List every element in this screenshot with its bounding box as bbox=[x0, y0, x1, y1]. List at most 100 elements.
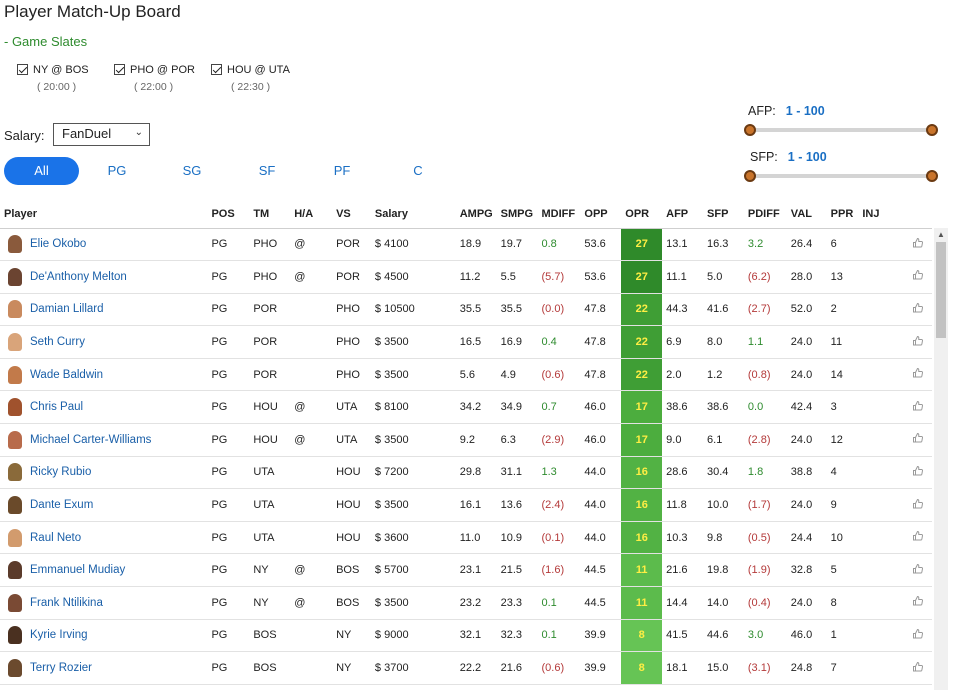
player-name-link[interactable]: Elie Okobo bbox=[30, 238, 86, 250]
player-name-link[interactable]: Frank Ntilikina bbox=[30, 597, 103, 609]
cell-afp: 18.1 bbox=[662, 651, 704, 685]
cell-ampg: 23.1 bbox=[455, 553, 497, 588]
cell-tm: UTA bbox=[249, 456, 291, 490]
cell-mdiff: (0.0) bbox=[537, 293, 581, 327]
cell-pos: PG bbox=[207, 521, 250, 555]
column-header-pdiff[interactable]: PDIFF bbox=[743, 200, 787, 229]
tab-pg[interactable]: PG bbox=[97, 157, 137, 185]
cell-mdiff: (2.4) bbox=[537, 488, 581, 522]
thumbs-up-icon[interactable] bbox=[899, 358, 932, 392]
thumbs-up-icon[interactable] bbox=[899, 521, 932, 555]
afp-slider-min-handle[interactable] bbox=[744, 124, 756, 136]
thumbs-up-icon[interactable] bbox=[899, 553, 932, 588]
player-name-link[interactable]: Ricky Rubio bbox=[30, 466, 91, 478]
player-name-link[interactable]: Dante Exum bbox=[30, 499, 93, 511]
column-header-sfp[interactable]: SFP bbox=[703, 200, 744, 229]
cell-ppr: 11 bbox=[826, 325, 859, 359]
player-cell: Kyrie Irving bbox=[0, 619, 208, 653]
column-header-vs[interactable]: VS bbox=[332, 200, 371, 229]
column-header-opr[interactable]: OPR bbox=[621, 200, 663, 229]
cell-opr: 8 bbox=[621, 651, 663, 685]
cell-vs: HOU bbox=[332, 456, 371, 490]
cell-tm: BOS bbox=[249, 619, 291, 653]
thumbs-up-icon[interactable] bbox=[899, 586, 932, 620]
column-header-ppr[interactable]: PPR bbox=[826, 200, 859, 229]
cell-ha bbox=[290, 619, 333, 653]
cell-ppr: 4 bbox=[826, 456, 859, 490]
cell-mdiff: 0.1 bbox=[537, 586, 581, 620]
column-header-val[interactable]: VAL bbox=[786, 200, 827, 229]
cell-pdiff: (6.2) bbox=[743, 260, 787, 294]
thumbs-up-icon[interactable] bbox=[899, 293, 932, 327]
player-name-link[interactable]: Seth Curry bbox=[30, 336, 85, 348]
sfp-slider-track[interactable] bbox=[750, 174, 930, 178]
column-header-salary[interactable]: Salary bbox=[370, 200, 456, 229]
thumbs-up-icon[interactable] bbox=[899, 619, 932, 653]
sfp-slider-max-handle[interactable] bbox=[926, 170, 938, 182]
player-name-link[interactable]: Terry Rozier bbox=[30, 662, 92, 674]
afp-slider-track[interactable] bbox=[750, 128, 930, 132]
cell-afp: 21.6 bbox=[662, 553, 704, 588]
cell-smpg: 6.3 bbox=[496, 423, 538, 457]
cell-afp: 9.0 bbox=[662, 423, 704, 457]
player-name-link[interactable]: Michael Carter-Williams bbox=[30, 434, 151, 446]
cell-pdiff: (1.9) bbox=[743, 553, 787, 588]
salary-select[interactable]: FanDuel ⌄ bbox=[53, 123, 150, 146]
thumbs-up-icon[interactable] bbox=[899, 325, 932, 359]
thumbs-up-icon[interactable] bbox=[899, 390, 932, 425]
thumbs-up-icon[interactable] bbox=[899, 423, 932, 457]
slate-checkbox[interactable] bbox=[17, 64, 28, 76]
cell-mdiff: (5.7) bbox=[537, 260, 581, 294]
sfp-range-value: 1 - 100 bbox=[787, 150, 827, 164]
slate-item-ny-bos[interactable]: NY @ BOS ( 20:00 ) bbox=[17, 62, 117, 93]
slate-checkbox[interactable] bbox=[114, 64, 125, 76]
thumbs-up-icon[interactable] bbox=[899, 488, 932, 522]
cell-val: 38.8 bbox=[786, 456, 827, 490]
slate-item-pho-por[interactable]: PHO @ POR ( 22:00 ) bbox=[114, 62, 214, 93]
cell-salary: $ 3500 bbox=[370, 325, 456, 359]
thumbs-up-icon[interactable] bbox=[899, 228, 932, 262]
tab-all[interactable]: All bbox=[4, 157, 79, 185]
thumbs-up-icon[interactable] bbox=[899, 260, 932, 294]
tab-sf[interactable]: SF bbox=[247, 157, 287, 185]
afp-slider-max-handle[interactable] bbox=[926, 124, 938, 136]
player-name-link[interactable]: Wade Baldwin bbox=[30, 369, 103, 381]
column-header-tm[interactable]: TM bbox=[249, 200, 291, 229]
player-name-link[interactable]: De'Anthony Melton bbox=[30, 271, 127, 283]
cell-opr: 16 bbox=[621, 488, 663, 522]
column-header-ha[interactable]: H/A bbox=[290, 200, 333, 229]
slate-checkbox[interactable] bbox=[211, 64, 222, 76]
scroll-up-arrow-icon[interactable]: ▲ bbox=[934, 230, 948, 239]
column-header-mdiff[interactable]: MDIFF bbox=[537, 200, 581, 229]
player-name-link[interactable]: Kyrie Irving bbox=[30, 629, 88, 641]
cell-salary: $ 3500 bbox=[370, 358, 456, 392]
player-avatar bbox=[8, 496, 22, 515]
cell-sfp: 41.6 bbox=[703, 293, 744, 327]
cell-ha: @ bbox=[290, 553, 333, 588]
sfp-slider-min-handle[interactable] bbox=[744, 170, 756, 182]
game-slates-toggle[interactable]: - Game Slates bbox=[4, 34, 87, 49]
column-header-afp[interactable]: AFP bbox=[662, 200, 704, 229]
column-header-player[interactable]: Player bbox=[0, 200, 208, 229]
column-header-pos[interactable]: POS bbox=[207, 200, 250, 229]
sfp-slider[interactable]: SFP: 1 - 100 bbox=[744, 150, 938, 184]
column-header-inj[interactable]: INJ bbox=[858, 200, 900, 229]
player-name-link[interactable]: Emmanuel Mudiay bbox=[30, 564, 125, 576]
player-name-link[interactable]: Damian Lillard bbox=[30, 303, 104, 315]
tab-c[interactable]: C bbox=[398, 157, 438, 185]
slate-item-hou-uta[interactable]: HOU @ UTA ( 22:30 ) bbox=[211, 62, 311, 93]
scrollbar-thumb[interactable] bbox=[936, 242, 946, 338]
thumbs-up-icon[interactable] bbox=[899, 651, 932, 685]
tab-sg[interactable]: SG bbox=[172, 157, 212, 185]
column-header-smpg[interactable]: SMPG bbox=[496, 200, 538, 229]
vertical-scrollbar[interactable]: ▲ bbox=[934, 228, 948, 690]
thumbs-up-icon[interactable] bbox=[899, 456, 932, 490]
tab-pf[interactable]: PF bbox=[322, 157, 362, 185]
column-header-ampg[interactable]: AMPG bbox=[455, 200, 497, 229]
cell-pdiff: (1.7) bbox=[743, 488, 787, 522]
column-header-opp[interactable]: OPP bbox=[580, 200, 622, 229]
afp-slider[interactable]: AFP: 1 - 100 bbox=[744, 104, 938, 138]
player-name-link[interactable]: Chris Paul bbox=[30, 401, 83, 413]
player-name-link[interactable]: Raul Neto bbox=[30, 532, 81, 544]
cell-smpg: 32.3 bbox=[496, 619, 538, 653]
